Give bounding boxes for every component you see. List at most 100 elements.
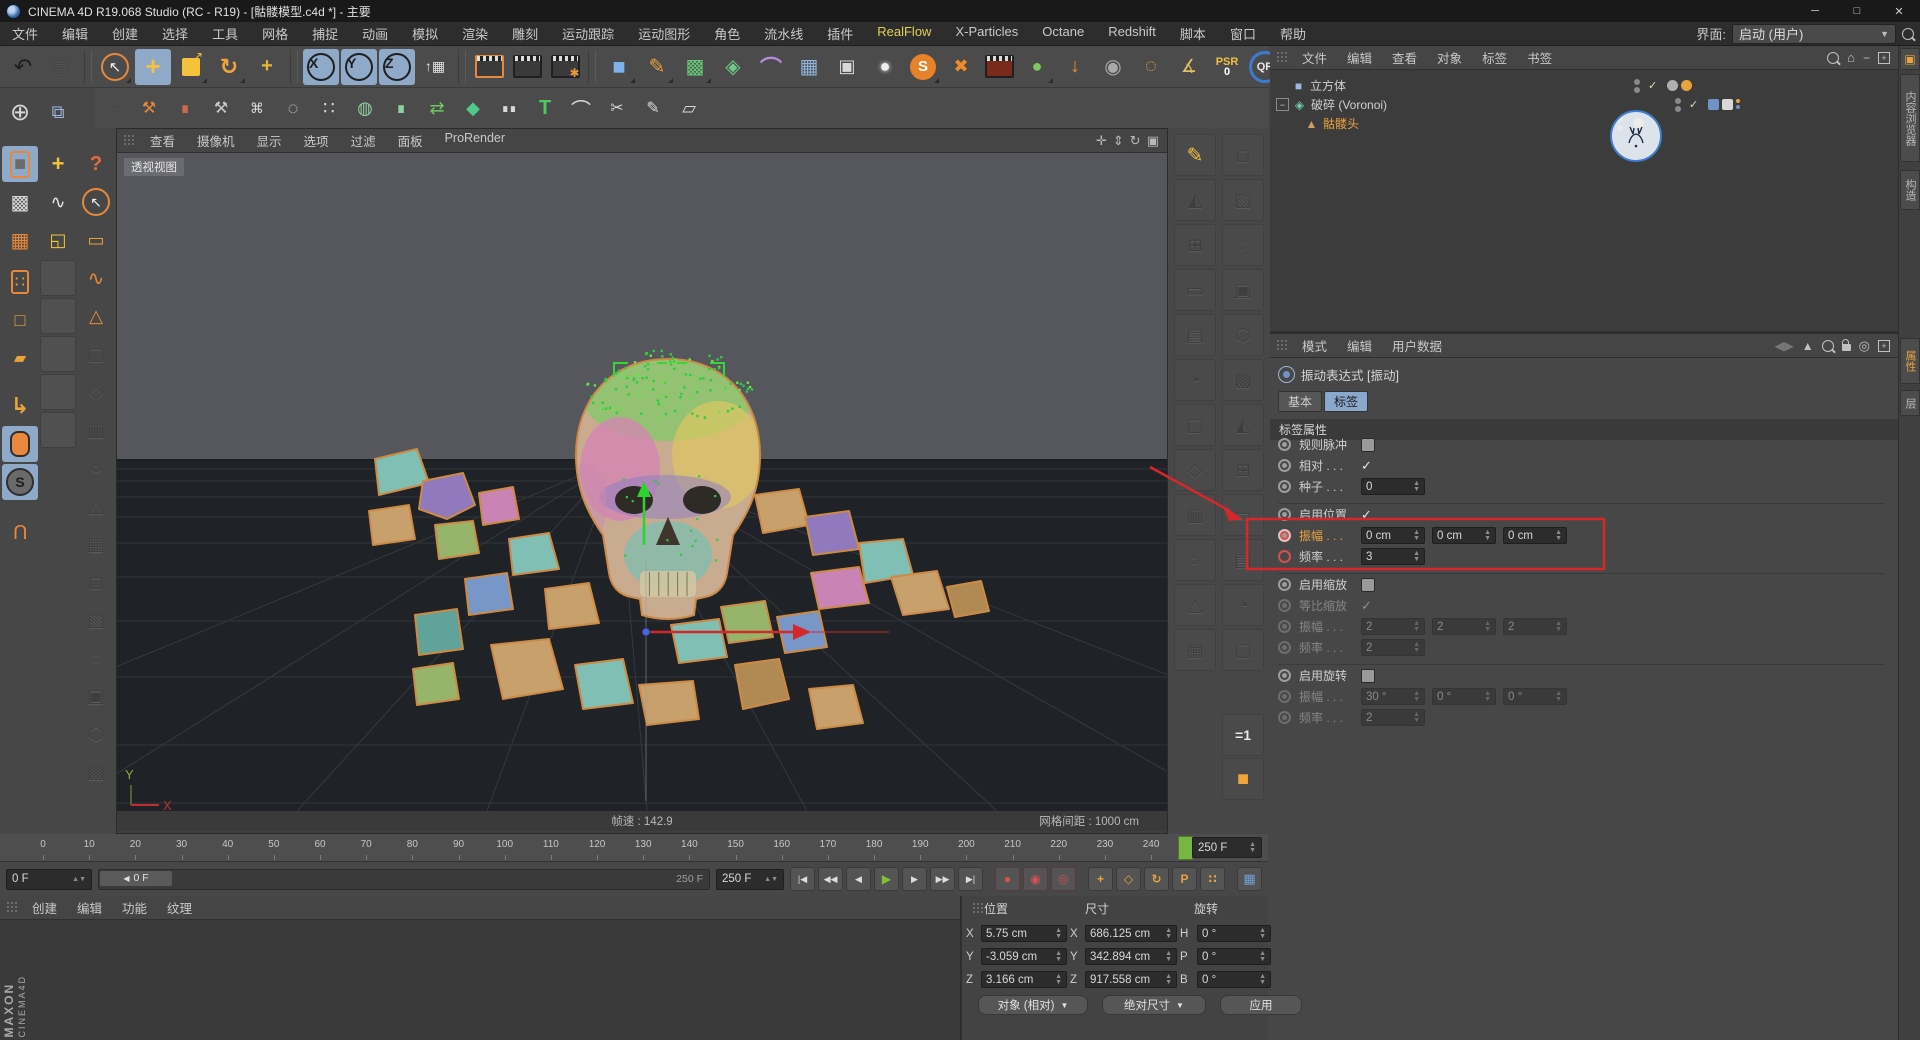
search-icon[interactable] <box>1822 340 1834 352</box>
animation-dot-icon[interactable] <box>1278 690 1291 703</box>
timeline-playhead[interactable] <box>1178 836 1193 860</box>
position-value-field[interactable]: 5.75 cm▲▼ <box>981 925 1067 942</box>
record-keyframe-button[interactable]: ● <box>995 867 1020 891</box>
size-mode-dropdown[interactable]: 绝对尺寸▼ <box>1102 995 1206 1015</box>
menu-item-编辑[interactable]: 编辑 <box>67 898 112 917</box>
texture-tag-icon[interactable] <box>1708 99 1719 110</box>
coord-system-button[interactable]: ↑▦ <box>417 49 453 85</box>
attribute-value-field[interactable]: 2▲▼ <box>1361 618 1425 635</box>
brush-button[interactable]: ✎ <box>636 91 670 125</box>
panel-grip[interactable] <box>1276 51 1288 64</box>
poly-select-tool-button[interactable]: △ <box>78 298 114 334</box>
spline-pen-button[interactable]: ✎ <box>639 49 675 85</box>
rotation-value-field[interactable]: 0 °▲▼ <box>1197 948 1271 965</box>
lock-z-button[interactable]: Z <box>379 49 415 85</box>
menu-item-动画[interactable]: 动画 <box>350 24 400 43</box>
menu-item-功能[interactable]: 功能 <box>112 898 157 917</box>
cube-points-green-button[interactable]: ∎ <box>384 91 418 125</box>
lasso-select-tool-button[interactable]: ∿ <box>78 260 114 296</box>
world-grid-button[interactable]: ⊕ <box>2 94 38 130</box>
phong-tag-icon[interactable] <box>1667 80 1678 91</box>
menu-item-Octane[interactable]: Octane <box>1030 24 1096 43</box>
path-points-button[interactable]: ⌘ <box>240 91 274 125</box>
menu-item-用户数据[interactable]: 用户数据 <box>1382 336 1452 355</box>
position-value-field[interactable]: -3.059 cm▲▼ <box>981 948 1067 965</box>
timeline-slider-handle[interactable]: ◀0 F <box>100 871 172 886</box>
plane-button[interactable]: ▱ <box>672 91 706 125</box>
live-select-tool-button[interactable]: ↖ <box>78 184 114 220</box>
render-view-button[interactable] <box>471 49 507 85</box>
panel-grip[interactable] <box>1276 339 1288 352</box>
toggle-view-icon[interactable]: ▣ <box>1147 133 1159 149</box>
menu-item-查看[interactable]: 查看 <box>139 131 186 150</box>
key-pla-button[interactable]: ∷ <box>1200 867 1225 891</box>
attribute-checkbox[interactable] <box>1361 438 1375 452</box>
interface-dropdown[interactable]: 启动 (用户) ▼ <box>1732 24 1896 44</box>
undo-button[interactable]: ↶ <box>5 49 41 85</box>
menu-item-摄像机[interactable]: 摄像机 <box>186 131 246 150</box>
frame-selection-button[interactable]: ◱ <box>40 222 76 258</box>
camera-button[interactable]: ▣ <box>829 49 865 85</box>
dotted-selection-button[interactable]: ◌ <box>276 91 310 125</box>
knife-button[interactable]: ✂ <box>600 91 634 125</box>
empty-slot-button[interactable] <box>40 374 76 410</box>
menu-item-模式[interactable]: 模式 <box>1292 336 1337 355</box>
home-icon[interactable]: ⌂ <box>1847 50 1855 65</box>
attribute-checkbox[interactable] <box>1361 578 1375 592</box>
menu-item-对象[interactable]: 对象 <box>1427 48 1472 67</box>
pan-view-icon[interactable]: ✛ <box>1096 133 1107 149</box>
menu-item-RealFlow[interactable]: RealFlow <box>865 24 943 43</box>
menu-item-捕捉[interactable]: 捕捉 <box>300 24 350 43</box>
texture-mode-button[interactable]: ▩ <box>2 184 38 220</box>
record-selection-button[interactable]: ◎ <box>1051 867 1076 891</box>
menu-item-角色[interactable]: 角色 <box>702 24 752 43</box>
object-row[interactable]: ■立方体✓ <box>1270 76 1898 95</box>
x-particles-button[interactable]: ✖ <box>943 49 979 85</box>
live-selection-button[interactable]: ↖ <box>97 49 133 85</box>
maximize-button[interactable]: □ <box>1836 0 1878 22</box>
dock-tab-属性[interactable]: 属性 <box>1900 338 1920 384</box>
vibrate-tag-icon[interactable] <box>1681 80 1692 91</box>
animation-dot-icon[interactable] <box>1278 641 1291 654</box>
viewport-canvas[interactable]: YX 透视视图 <box>117 153 1167 811</box>
menu-item-选择[interactable]: 选择 <box>150 24 200 43</box>
zoom-view-icon[interactable]: ⇕ <box>1113 133 1124 149</box>
end-frame-field[interactable]: 250 F ▲▼ <box>1192 837 1262 858</box>
workplane-mode-button[interactable]: ▦ <box>2 222 38 258</box>
light-button[interactable]: ● <box>867 49 903 85</box>
current-frame-field[interactable]: 0 F ▲▼ <box>6 869 92 890</box>
grid-array-button[interactable]: ∷ <box>312 91 346 125</box>
size-value-field[interactable]: 686.125 cm▲▼ <box>1085 925 1177 942</box>
search-icon[interactable] <box>1902 28 1914 40</box>
attribute-value-field[interactable]: 0 °▲▼ <box>1432 688 1496 705</box>
cube-gear-button[interactable]: ■ <box>1222 758 1264 800</box>
view-label[interactable]: 透视视图 <box>124 158 184 176</box>
rect-select-tool-button[interactable]: ▭ <box>78 222 114 258</box>
visibility-dots[interactable] <box>1634 79 1640 93</box>
cube-points-red-button[interactable]: ∎ <box>168 91 202 125</box>
attribute-value-field[interactable]: 2▲▼ <box>1432 618 1496 635</box>
search-icon[interactable] <box>1827 52 1839 64</box>
menu-item-ProRender[interactable]: ProRender <box>434 131 516 150</box>
empty-slot-button[interactable] <box>40 260 76 296</box>
target-icon[interactable]: ◎ <box>1859 338 1870 354</box>
object-name[interactable]: 破碎 (Voronoi) <box>1311 96 1387 113</box>
tab-标签[interactable]: 标签 <box>1324 391 1368 412</box>
attribute-check-icon[interactable]: ✓ <box>1361 598 1372 614</box>
minus-icon[interactable]: − <box>1863 51 1870 65</box>
coord-mode-dropdown[interactable]: 对象 (相对)▼ <box>978 995 1088 1015</box>
menu-item-脚本[interactable]: 脚本 <box>1168 24 1218 43</box>
snap-button[interactable]: S <box>2 464 38 500</box>
timeline-slider[interactable]: ◀0 F 250 F <box>98 869 710 890</box>
scheme-flow-button[interactable]: ⧉ <box>40 94 76 130</box>
menu-item-运动图形[interactable]: 运动图形 <box>626 24 702 43</box>
tab-基本[interactable]: 基本 <box>1278 391 1322 412</box>
add-icon[interactable]: + <box>1878 52 1890 64</box>
next-frame-button[interactable]: ▶ <box>902 867 927 891</box>
animation-dot-icon[interactable] <box>1278 711 1291 724</box>
rotate-button[interactable]: ↻ <box>211 49 247 85</box>
attribute-value-field[interactable]: 0 cm▲▼ <box>1503 527 1567 544</box>
menu-item-帮助[interactable]: 帮助 <box>1268 24 1318 43</box>
empty-slot-button[interactable] <box>40 298 76 334</box>
autokeying-button[interactable]: ◉ <box>1023 867 1048 891</box>
